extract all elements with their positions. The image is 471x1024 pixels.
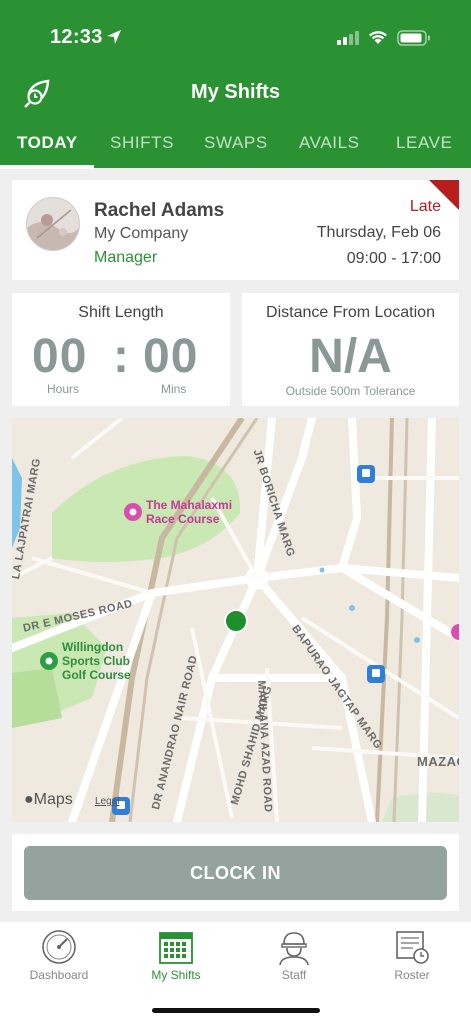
- place-race-course[interactable]: The Mahalaxmi Race Course: [146, 498, 232, 526]
- company-name: My Company: [94, 225, 189, 242]
- employee-role: Manager: [94, 249, 158, 266]
- status-time: 12:33: [50, 26, 103, 48]
- nav-my-shifts-label: My Shifts: [151, 968, 201, 982]
- apple-maps-logo: ●Maps: [24, 791, 73, 808]
- apple-logo-icon: ●: [24, 791, 34, 808]
- worker-helmet-icon: [279, 932, 309, 966]
- avatar-image: [27, 198, 79, 250]
- distance-value: N/A: [309, 330, 392, 383]
- shift-date: Thursday, Feb 06: [316, 224, 441, 241]
- late-status: Late: [409, 198, 441, 215]
- location-arrow-icon: [107, 30, 121, 44]
- shift-profile-card[interactable]: Rachel Adams My Company Manager Late Thu…: [12, 180, 459, 280]
- distance-card: Distance From Location N/A Outside 500m …: [242, 293, 459, 406]
- nav-roster-label: Roster: [394, 968, 430, 982]
- active-tab-indicator: [0, 165, 94, 169]
- tab-today[interactable]: TODAY: [17, 133, 78, 153]
- shift-length-card: Shift Length 00 : 00 Hours Mins: [12, 293, 230, 406]
- app-header: 12:33 My Shifts TODAY SHIFTS SWAPS AVAIL…: [0, 0, 471, 169]
- distance-label: Distance From Location: [266, 304, 435, 321]
- roster-clock-icon: [396, 931, 429, 964]
- wifi-icon: [369, 31, 387, 44]
- nav-dashboard[interactable]: Dashboard: [0, 928, 118, 982]
- place-golf-course[interactable]: Willingdon Sports Club Golf Course: [62, 640, 131, 682]
- nav-staff[interactable]: Staff: [235, 928, 353, 982]
- clock-in-card: CLOCK IN: [12, 834, 459, 911]
- page-title: My Shifts: [191, 81, 280, 103]
- nav-staff-label: Staff: [281, 968, 307, 982]
- mins-label: Mins: [161, 382, 187, 396]
- nav-dashboard-label: Dashboard: [29, 968, 89, 982]
- shift-mins-value: 00: [143, 330, 199, 383]
- avatar: [26, 197, 80, 251]
- tab-shifts[interactable]: SHIFTS: [110, 133, 174, 153]
- home-indicator[interactable]: [152, 1008, 320, 1013]
- time-separator: :: [113, 330, 130, 383]
- nav-my-shifts[interactable]: My Shifts: [117, 928, 235, 982]
- employee-name: Rachel Adams: [94, 200, 225, 221]
- battery-icon: [397, 30, 430, 46]
- clock-in-button[interactable]: CLOCK IN: [24, 846, 447, 900]
- tab-bar: TODAY SHIFTS SWAPS AVAILS LEAVE: [0, 121, 471, 169]
- status-bar: 12:33: [0, 0, 471, 76]
- location-map[interactable]: The Mahalaxmi Race Course Willingdon Sport…: [12, 418, 459, 822]
- nav-roster[interactable]: Roster: [353, 928, 471, 982]
- cellular-signal-icon: [337, 31, 359, 45]
- shift-length-label: Shift Length: [78, 304, 164, 321]
- shift-hours: 09:00 - 17:00: [346, 250, 441, 267]
- tab-leave[interactable]: LEAVE: [396, 133, 453, 153]
- hours-label: Hours: [47, 382, 80, 396]
- tolerance-note: Outside 500m Tolerance: [285, 384, 416, 398]
- area-label-mazag: MAZAG: [417, 754, 459, 769]
- tab-avails[interactable]: AVAILS: [299, 133, 360, 153]
- calendar-icon: [159, 932, 193, 964]
- shift-hours-value: 00: [32, 330, 88, 383]
- tab-swaps[interactable]: SWAPS: [204, 133, 268, 153]
- map-legal-link[interactable]: Legal: [95, 796, 119, 807]
- gauge-icon: [42, 930, 76, 964]
